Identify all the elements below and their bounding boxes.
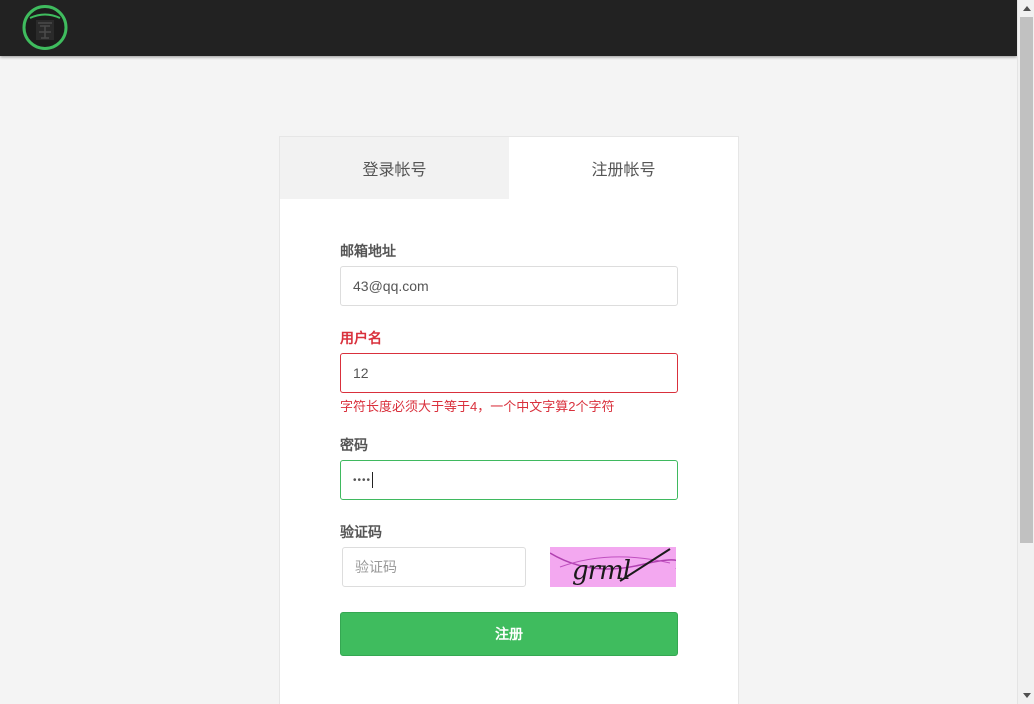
captcha-input[interactable]: 验证码	[342, 547, 526, 587]
top-navbar	[0, 0, 1017, 56]
tab-register[interactable]: 注册帐号	[509, 137, 738, 199]
email-field[interactable]: 43@qq.com	[340, 266, 678, 306]
register-button[interactable]: 注册	[340, 612, 678, 656]
logo-seal-icon	[22, 5, 68, 50]
text-caret	[372, 472, 374, 488]
scrollbar-thumb[interactable]	[1020, 17, 1033, 543]
password-label: 密码	[340, 438, 368, 454]
auth-card: 登录帐号 注册帐号 邮箱地址 43@qq.com 用户名 12 字符长度必须大于…	[279, 136, 739, 704]
captcha-placeholder: 验证码	[355, 560, 397, 576]
username-error-message: 字符长度必须大于等于4，一个中文字算2个字符	[340, 399, 615, 414]
captcha-image[interactable]: grml	[549, 547, 680, 587]
password-field[interactable]: ••••	[340, 460, 678, 500]
register-button-label: 注册	[495, 627, 523, 643]
password-value: ••••	[353, 474, 372, 486]
username-label: 用户名	[340, 331, 382, 347]
auth-tabs: 登录帐号 注册帐号	[280, 137, 738, 199]
captcha-picture: grml	[549, 547, 680, 587]
scroll-down-arrow-icon[interactable]	[1018, 687, 1034, 704]
captcha-label: 验证码	[340, 525, 382, 541]
captcha-text: grml	[572, 556, 631, 586]
site-logo[interactable]	[21, 5, 69, 50]
vertical-scrollbar[interactable]	[1017, 0, 1034, 704]
username-value: 12	[353, 365, 369, 381]
email-value: 43@qq.com	[353, 278, 429, 294]
tab-login[interactable]: 登录帐号	[280, 137, 509, 199]
username-field[interactable]: 12	[340, 353, 678, 393]
scroll-up-arrow-icon[interactable]	[1018, 0, 1034, 17]
email-label: 邮箱地址	[340, 244, 396, 260]
